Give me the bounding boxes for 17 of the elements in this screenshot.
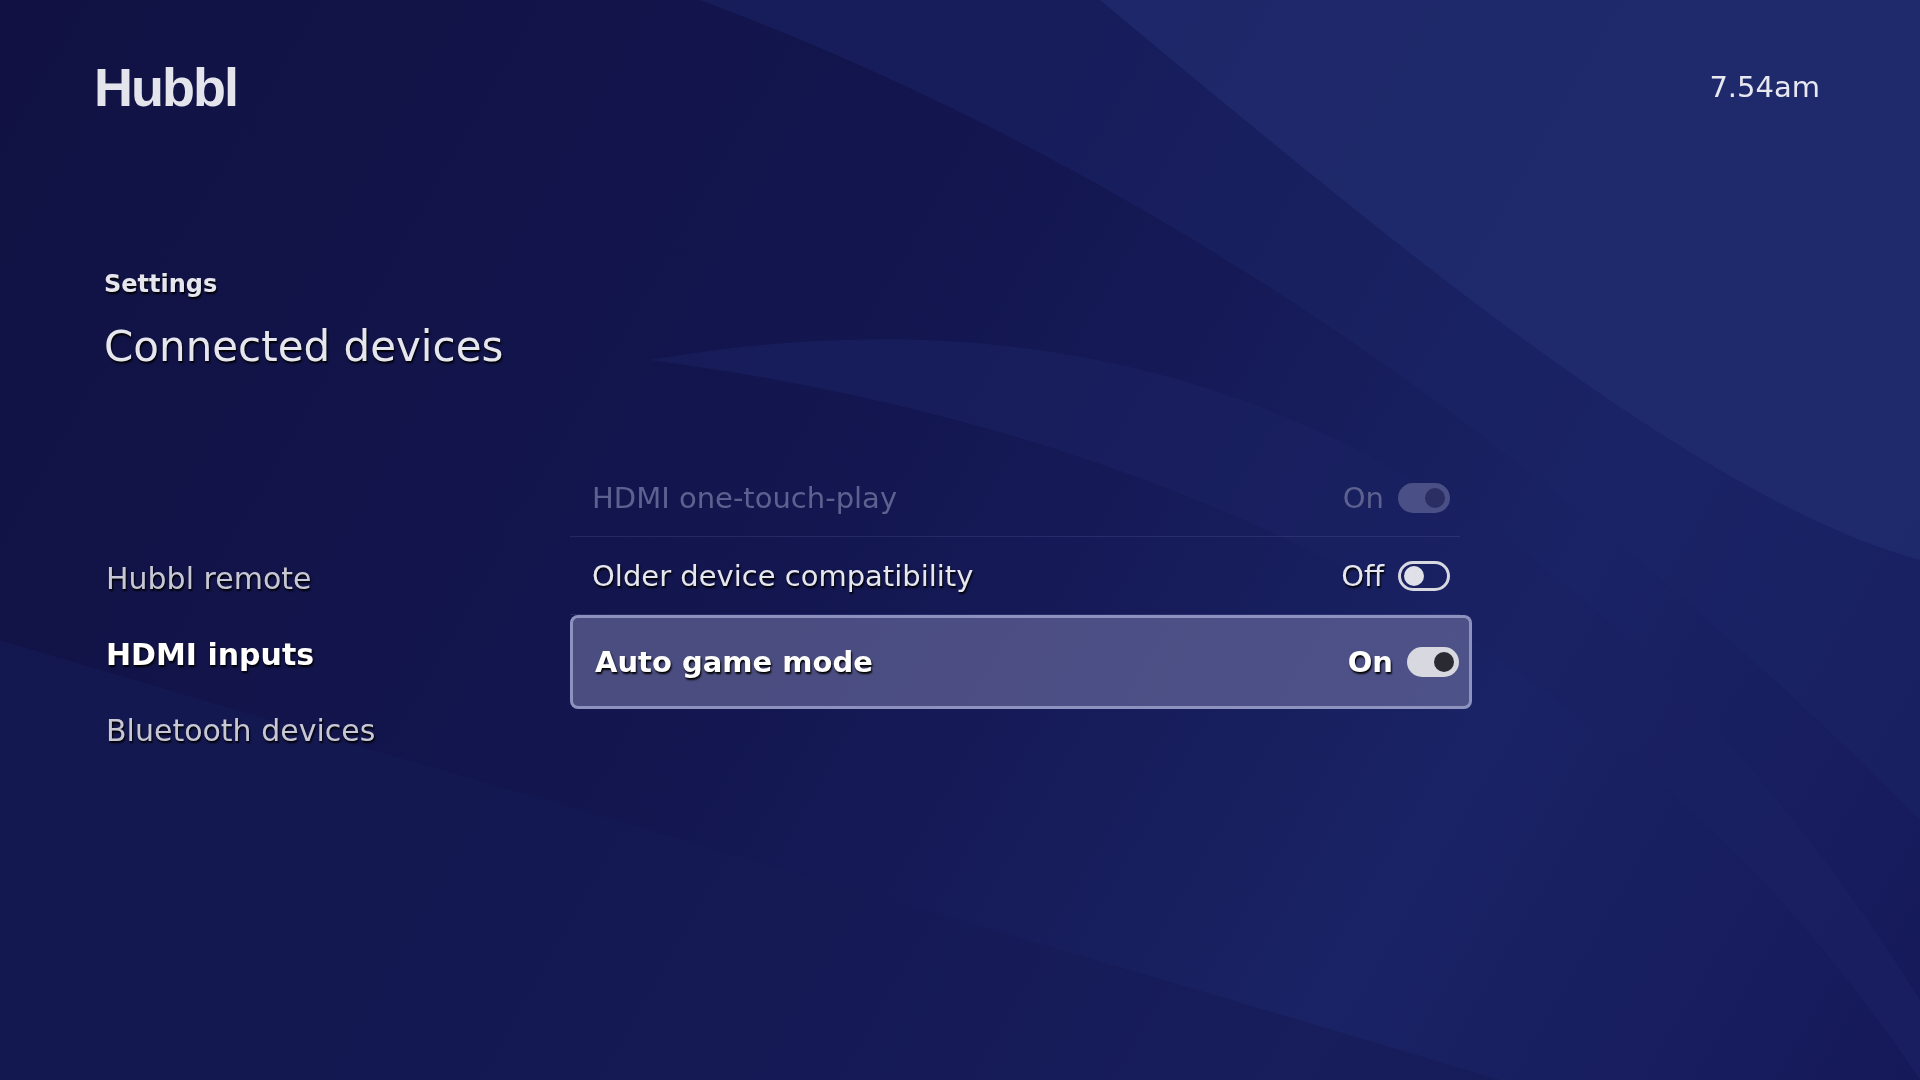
- breadcrumb: Settings: [104, 270, 219, 298]
- toggle-switch[interactable]: [1398, 560, 1450, 591]
- clock-time: 7.54am: [1709, 70, 1820, 104]
- sidebar-item[interactable]: HDMI inputs: [106, 637, 570, 673]
- option-label: HDMI one-touch-play: [592, 480, 899, 515]
- sidebar-item[interactable]: Hubbl remote: [106, 561, 570, 597]
- option-row[interactable]: Auto game mode On: [570, 615, 1472, 709]
- option-label: Auto game mode: [595, 645, 874, 679]
- page-title: Connected devices: [104, 322, 505, 371]
- toggle-switch[interactable]: [1407, 647, 1459, 677]
- option-label: Older device compatibility: [592, 558, 975, 593]
- option-row[interactable]: Older device compatibility Off: [570, 537, 1460, 615]
- option-value: Off: [1341, 558, 1384, 593]
- logo: Hubbl: [94, 56, 237, 118]
- option-value: On: [1342, 480, 1384, 515]
- sidebar-item[interactable]: Bluetooth devices: [106, 713, 570, 749]
- option-value: On: [1347, 645, 1393, 679]
